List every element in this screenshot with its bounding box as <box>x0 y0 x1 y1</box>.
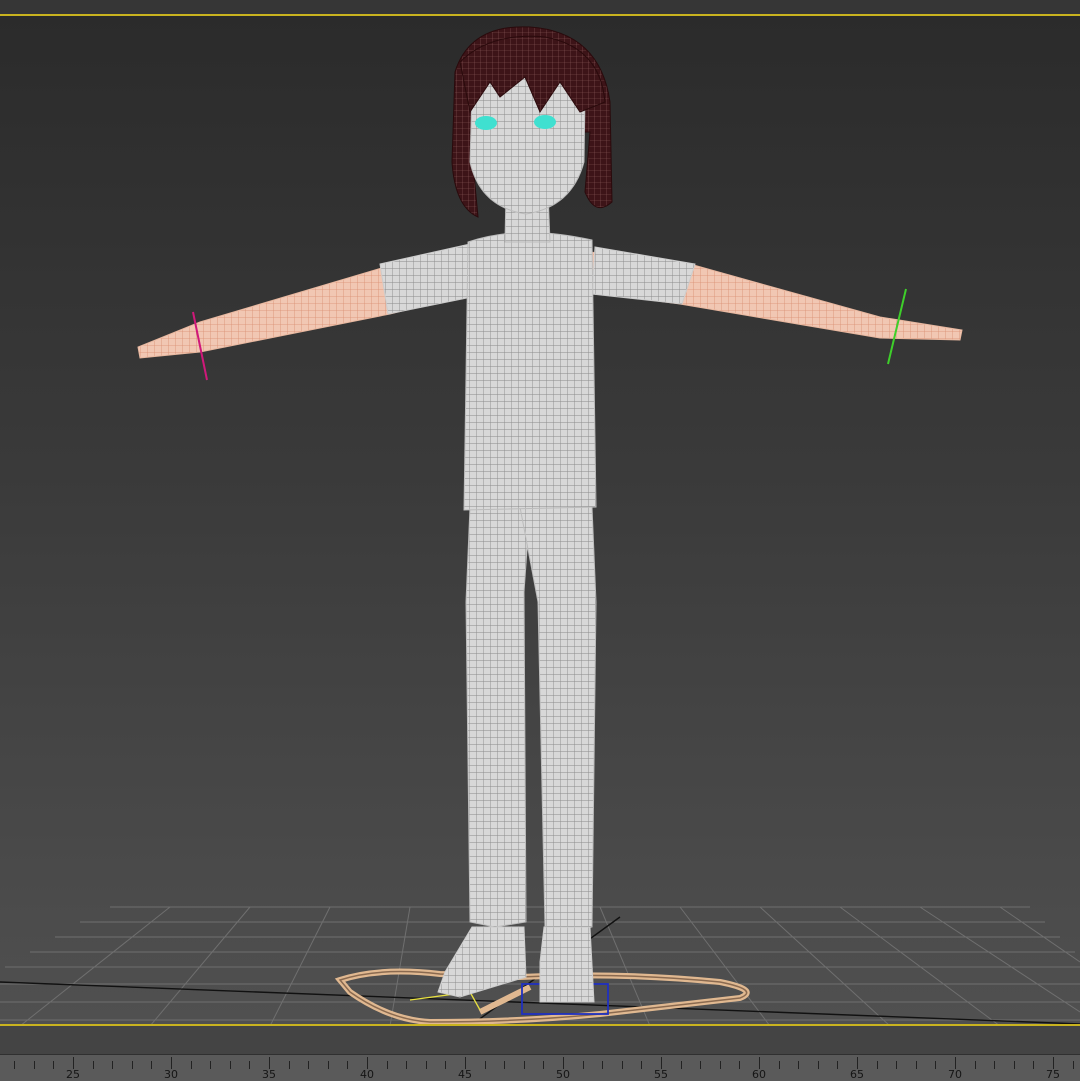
frame-label: 70 <box>948 1068 962 1081</box>
ruler-tick <box>210 1061 212 1069</box>
ruler-tick <box>523 1061 525 1069</box>
ruler-tick <box>504 1061 506 1069</box>
ruler-tick <box>582 1061 584 1069</box>
ruler-tick <box>778 1061 780 1069</box>
scene-canvas <box>0 26 1080 1024</box>
frame-label: 65 <box>850 1068 864 1081</box>
ruler-tick <box>817 1061 819 1069</box>
perspective-viewport[interactable] <box>0 14 1080 1026</box>
ruler-tick <box>151 1061 153 1069</box>
ruler-tick <box>798 1061 800 1069</box>
ruler-tick <box>680 1061 682 1069</box>
frame-label: 30 <box>164 1068 178 1081</box>
ruler-tick <box>131 1061 133 1069</box>
frame-label: 35 <box>262 1068 276 1081</box>
ruler-tick <box>190 1061 192 1069</box>
ruler-tick <box>641 1061 643 1069</box>
ruler-tick <box>445 1061 447 1069</box>
ruler-tick <box>739 1061 741 1069</box>
ruler-tick <box>700 1061 702 1069</box>
frame-label: 55 <box>654 1068 668 1081</box>
frame-label: 25 <box>66 1068 80 1081</box>
ruler-tick <box>53 1061 55 1069</box>
timeline[interactable]: 25 30 35 40 45 50 55 60 65 70 75 <box>0 1026 1080 1081</box>
frame-label: 45 <box>458 1068 472 1081</box>
ruler-tick <box>425 1061 427 1069</box>
ruler-tick <box>112 1061 114 1069</box>
ruler-tick <box>876 1061 878 1069</box>
ruler-tick <box>288 1061 290 1069</box>
eye-left <box>475 116 497 130</box>
ruler-tick <box>1033 1061 1035 1069</box>
frame-label: 50 <box>556 1068 570 1081</box>
ruler-tick <box>249 1061 251 1069</box>
frame-label: 60 <box>752 1068 766 1081</box>
time-ruler[interactable]: 25 30 35 40 45 50 55 60 65 70 75 <box>0 1054 1080 1081</box>
ruler-tick <box>896 1061 898 1069</box>
ruler-tick <box>915 1061 917 1069</box>
viewport-top-bar <box>0 0 1080 14</box>
ruler-tick <box>484 1061 486 1069</box>
ruler-tick <box>994 1061 996 1069</box>
frame-label: 40 <box>360 1068 374 1081</box>
ruler-tick <box>974 1061 976 1069</box>
ruler-tick <box>33 1061 35 1069</box>
ruler-tick <box>386 1061 388 1069</box>
ruler-tick <box>837 1061 839 1069</box>
ruler-tick <box>1013 1061 1015 1069</box>
frame-label: 75 <box>1046 1068 1060 1081</box>
ruler-tick <box>602 1061 604 1069</box>
ruler-tick <box>308 1061 310 1069</box>
ruler-tick <box>935 1061 937 1069</box>
ruler-tick <box>327 1061 329 1069</box>
ruler-tick <box>229 1061 231 1069</box>
ruler-tick <box>92 1061 94 1069</box>
ruler-tick <box>1072 1061 1074 1069</box>
ruler-tick <box>14 1061 16 1069</box>
eye-right <box>534 115 556 129</box>
ruler-tick <box>543 1061 545 1069</box>
ruler-tick <box>719 1061 721 1069</box>
ruler-tick <box>621 1061 623 1069</box>
legs-mesh[interactable] <box>465 506 597 933</box>
torso-mesh[interactable] <box>463 232 597 511</box>
ruler-tick <box>406 1061 408 1069</box>
ruler-tick <box>347 1061 349 1069</box>
